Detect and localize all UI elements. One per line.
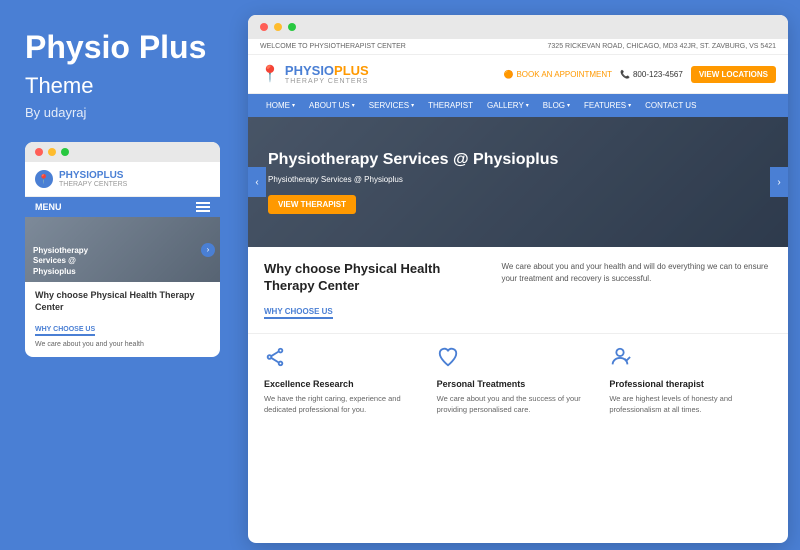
feature-personal-title: Personal Treatments <box>437 379 600 389</box>
mobile-logo-wrap: PHYSIOPLUS THERAPY CENTERS <box>59 170 127 188</box>
nav-about[interactable]: ABOUT US ▾ <box>303 94 361 117</box>
nav-caret: ▾ <box>352 102 355 109</box>
nav-services[interactable]: SERVICES ▾ <box>363 94 420 117</box>
mobile-logo-bar: 📍 PHYSIOPLUS THERAPY CENTERS <box>25 162 220 197</box>
topbar-address: 7325 RICKEVAN ROAD, CHICAGO, MD3 42JR, S… <box>548 43 776 50</box>
nav-therapist[interactable]: THERAPIST <box>422 94 479 117</box>
site-logo-name: PHYSIOPLUS <box>285 63 369 78</box>
nav-home[interactable]: HOME ▾ <box>260 94 301 117</box>
nav-caret: ▾ <box>628 102 631 109</box>
dot-green <box>61 148 69 156</box>
hero-arrow-left[interactable]: ‹ <box>248 167 266 197</box>
mobile-why-title: Why choose Physical Health Therapy Cente… <box>35 290 210 313</box>
browser-chrome <box>248 15 788 39</box>
nav-contact[interactable]: CONTACT US <box>639 94 702 117</box>
feature-therapist-text: We are highest levels of honesty and pro… <box>609 393 772 416</box>
site-topbar: WELCOME TO PHYSIOTHERAPIST CENTER 7325 R… <box>248 39 788 55</box>
heart-icon <box>437 346 600 373</box>
phone-label: 800-123-4567 <box>633 70 683 79</box>
why-title: Why choose Physical Health Therapy Cente… <box>264 261 489 295</box>
mobile-hero: PhysiotherapyServices @Physioplus › <box>25 217 220 282</box>
mobile-logo-pin: 📍 <box>35 170 53 188</box>
person-icon <box>609 346 772 373</box>
why-text: We care about you and your health and wi… <box>501 261 772 285</box>
why-left: Why choose Physical Health Therapy Cente… <box>264 261 489 319</box>
site-header: 📍 PHYSIOPLUS THERAPY CENTERS 🟠 BOOK AN A… <box>248 55 788 94</box>
hero-subtitle: Physiotherapy Services @ Physioplus <box>268 175 558 184</box>
dot-yellow <box>48 148 56 156</box>
feature-personal-text: We care about you and the success of you… <box>437 393 600 416</box>
feature-excellence-title: Excellence Research <box>264 379 427 389</box>
browser-dot-red <box>260 23 268 31</box>
share-icon <box>264 346 427 373</box>
calendar-icon: 🟠 <box>503 70 513 79</box>
feature-excellence-text: We have the right caring, experience and… <box>264 393 427 416</box>
feature-excellence: Excellence Research We have the right ca… <box>264 346 427 416</box>
nav-gallery[interactable]: GALLERY ▾ <box>481 94 535 117</box>
hero-content: Physiotherapy Services @ Physioplus Phys… <box>248 135 578 229</box>
theme-subtitle: Theme <box>25 73 220 99</box>
mobile-why-section: Why choose Physical Health Therapy Cente… <box>25 282 220 357</box>
feature-therapist-title: Professional therapist <box>609 379 772 389</box>
dot-red <box>35 148 43 156</box>
nav-caret: ▾ <box>292 102 295 109</box>
topbar-welcome: WELCOME TO PHYSIOTHERAPIST CENTER <box>260 43 406 50</box>
mobile-why-label: WHY CHOOSE US <box>35 326 95 336</box>
mobile-logo-name: PHYSIOPLUS <box>59 170 127 181</box>
why-section: Why choose Physical Health Therapy Cente… <box>248 247 788 334</box>
nav-caret: ▾ <box>411 102 414 109</box>
features-row: Excellence Research We have the right ca… <box>248 334 788 428</box>
nav-blog[interactable]: BLOG ▾ <box>537 94 576 117</box>
header-actions: 🟠 BOOK AN APPOINTMENT 📞 800-123-4567 VIE… <box>503 66 776 83</box>
hero-cta-button[interactable]: VIEW THERAPIST <box>268 195 356 214</box>
mobile-hero-text: PhysiotherapyServices @Physioplus <box>33 246 88 277</box>
browser-dot-green <box>288 23 296 31</box>
site-hero: ‹ Physiotherapy Services @ Physioplus Ph… <box>248 117 788 247</box>
view-locations-button[interactable]: VIEW LOCATIONS <box>691 66 776 83</box>
phone-icon: 📞 <box>620 70 630 79</box>
why-right: We care about you and your health and wi… <box>501 261 772 319</box>
logo-pin-icon: 📍 <box>260 64 280 84</box>
feature-personal: Personal Treatments We care about you an… <box>437 346 600 416</box>
site-logo-sub: THERAPY CENTERS <box>285 78 369 85</box>
theme-title: Physio Plus <box>25 30 220 65</box>
nav-caret: ▾ <box>567 102 570 109</box>
browser-window: WELCOME TO PHYSIOTHERAPIST CENTER 7325 R… <box>248 15 788 543</box>
site-logo: PHYSIOPLUS THERAPY CENTERS <box>285 63 369 85</box>
hero-title: Physiotherapy Services @ Physioplus <box>268 150 558 171</box>
mobile-why-text: We care about you and your health <box>35 340 210 350</box>
book-appt-label: BOOK AN APPOINTMENT <box>516 70 612 79</box>
left-panel: Physio Plus Theme By udayraj 📍 PHYSIOPLU… <box>0 0 245 550</box>
mobile-menu-label: MENU <box>35 202 62 212</box>
theme-author: By udayraj <box>25 105 220 120</box>
nav-features[interactable]: FEATURES ▾ <box>578 94 637 117</box>
book-appointment[interactable]: 🟠 BOOK AN APPOINTMENT <box>503 70 612 79</box>
site-nav: HOME ▾ ABOUT US ▾ SERVICES ▾ THERAPIST G… <box>248 94 788 117</box>
mobile-preview: 📍 PHYSIOPLUS THERAPY CENTERS MENU Physio… <box>25 142 220 357</box>
hero-arrow-right[interactable]: › <box>770 167 788 197</box>
feature-therapist: Professional therapist We are highest le… <box>609 346 772 416</box>
phone-number: 📞 800-123-4567 <box>620 70 683 79</box>
mobile-header-bar <box>25 142 220 162</box>
mobile-arrow-right[interactable]: › <box>201 243 215 257</box>
browser-dot-yellow <box>274 23 282 31</box>
why-label: WHY CHOOSE US <box>264 307 333 319</box>
hamburger-icon[interactable] <box>196 202 210 212</box>
mobile-menu-bar: MENU <box>25 197 220 217</box>
nav-caret: ▾ <box>526 102 529 109</box>
logo-wrap: 📍 PHYSIOPLUS THERAPY CENTERS <box>260 63 369 85</box>
mobile-logo-sub: THERAPY CENTERS <box>59 181 127 188</box>
